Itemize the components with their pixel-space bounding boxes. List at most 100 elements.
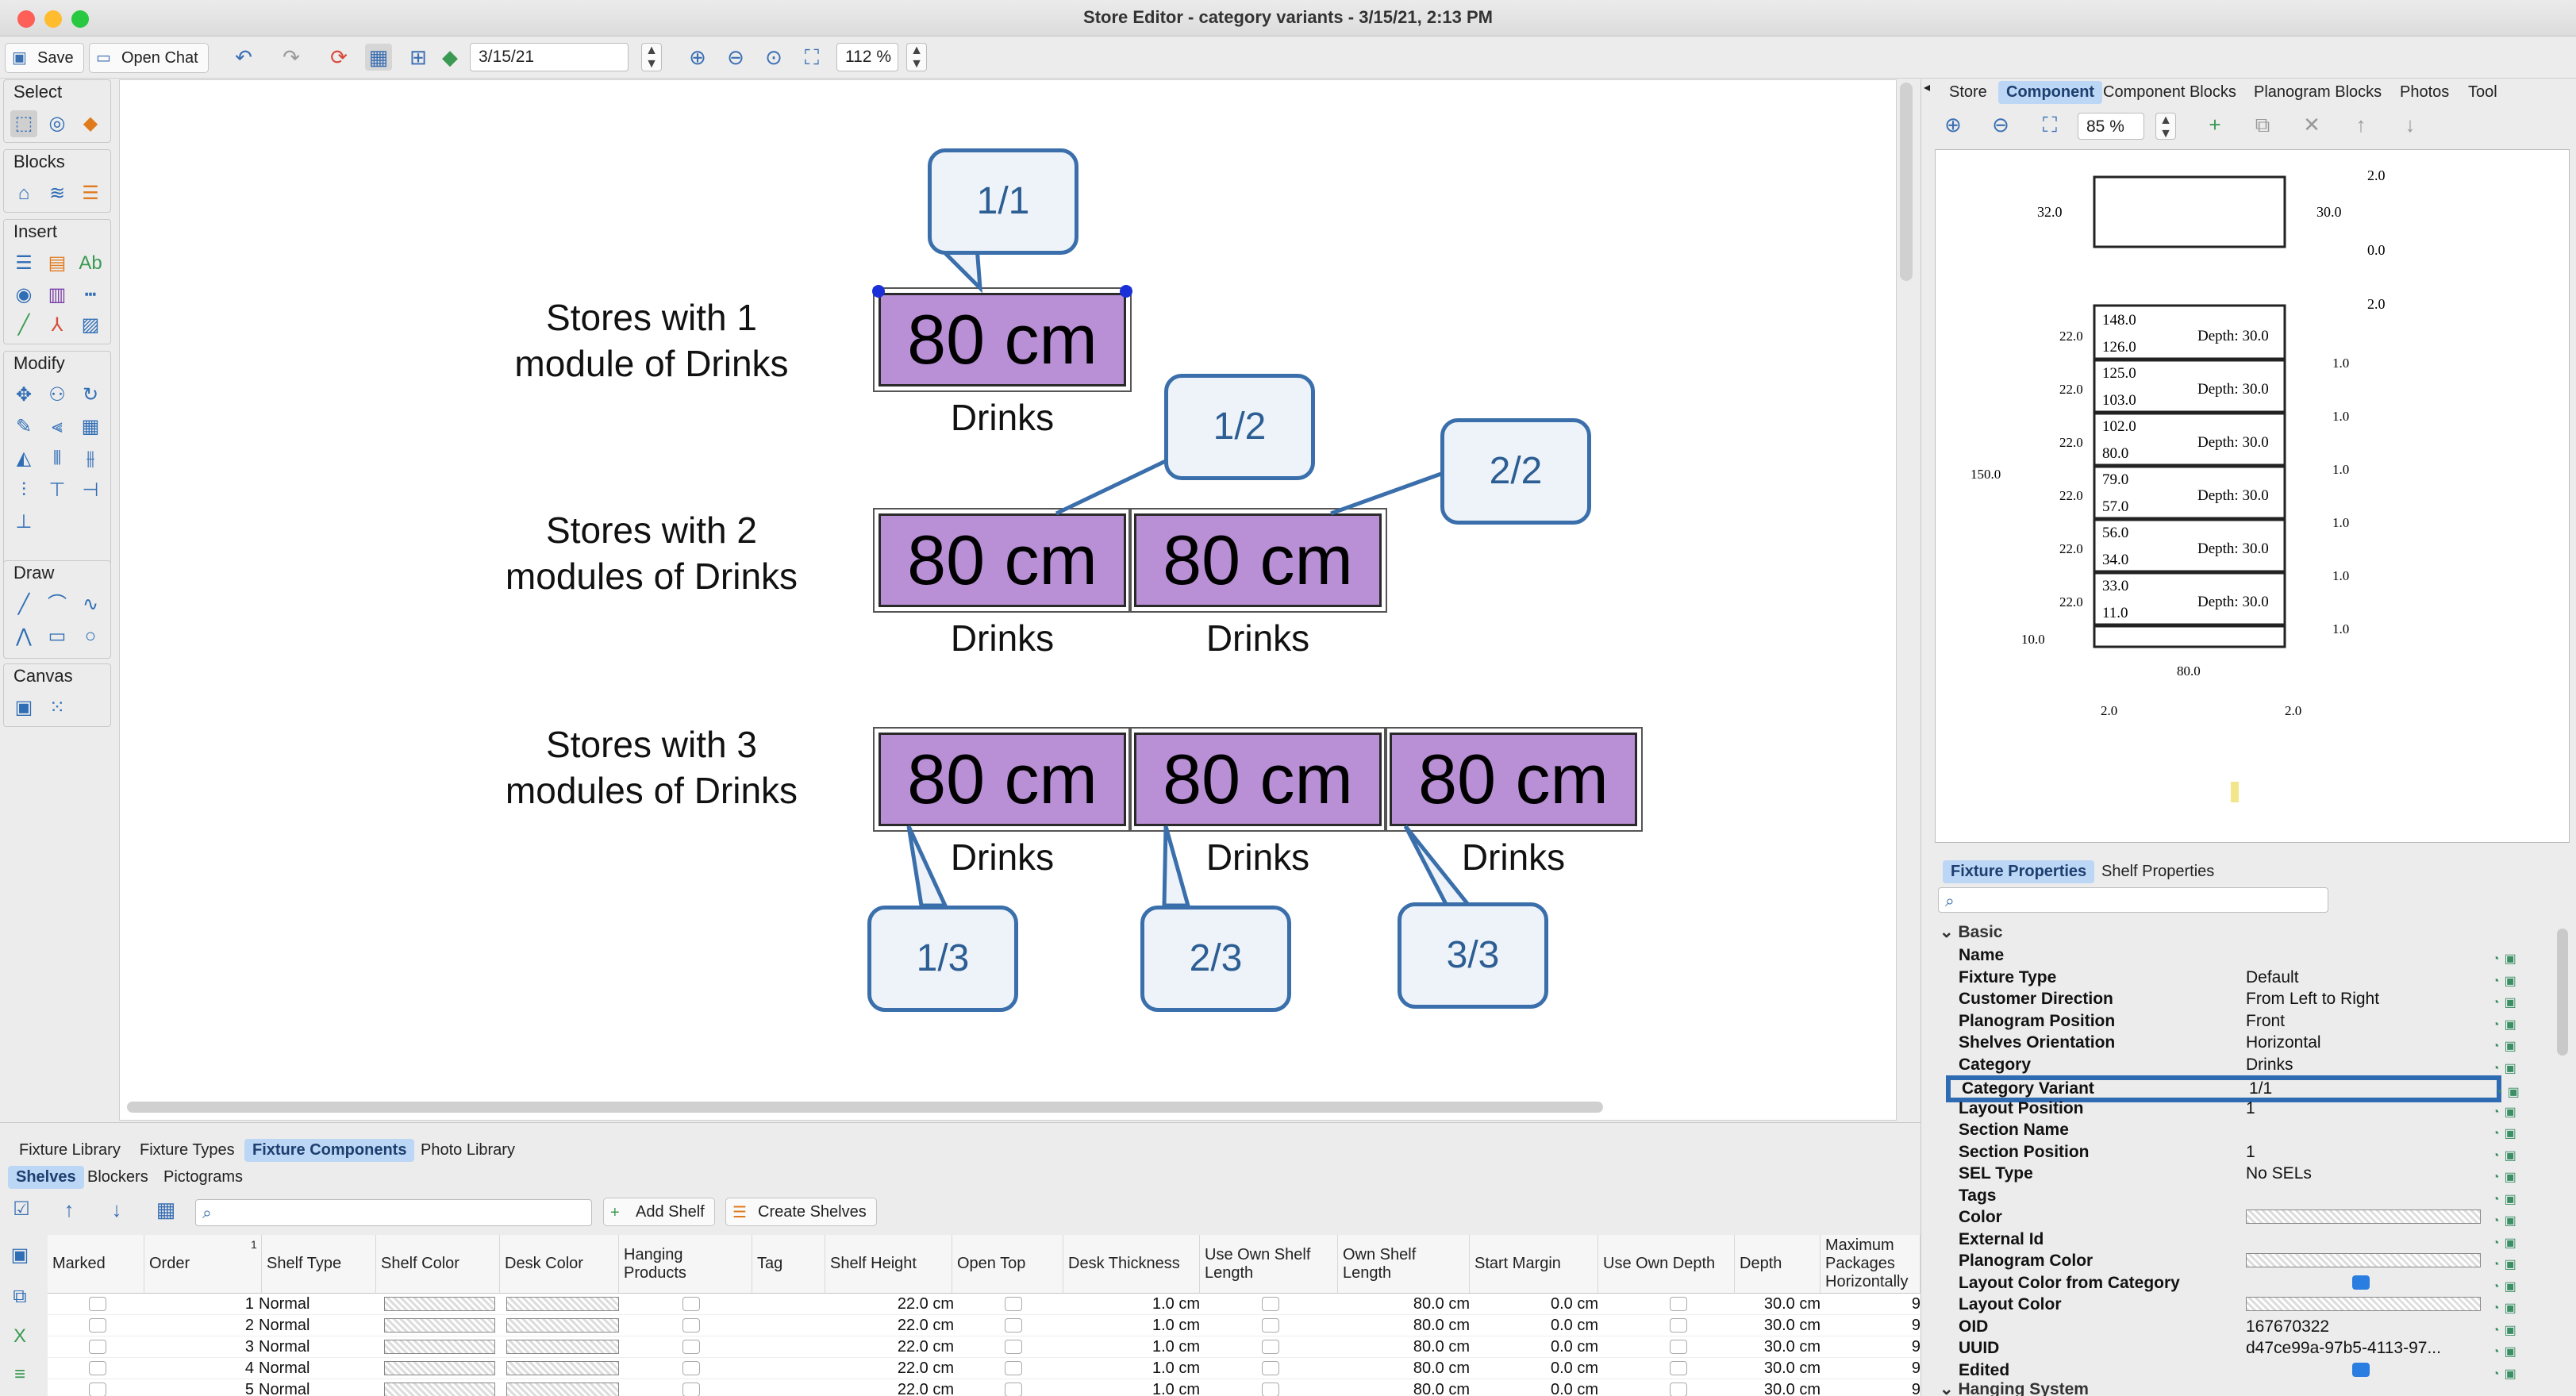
canvas-layout-icon[interactable]: ▣ — [10, 694, 37, 721]
callout[interactable]: 1/3 — [867, 906, 1018, 1012]
use-own-depth-checkbox[interactable] — [1670, 1340, 1687, 1354]
use-own-length-checkbox[interactable] — [1262, 1297, 1279, 1311]
image-icon[interactable]: ▨ — [77, 312, 104, 339]
property-value[interactable]: Front — [2246, 1010, 2285, 1032]
delete-icon[interactable]: ✕ — [2298, 111, 2325, 138]
layout-icon[interactable]: ⊞ — [405, 44, 432, 71]
column-header[interactable]: Hanging Products — [619, 1235, 752, 1294]
property-row[interactable]: Color ◔▣ — [1936, 1206, 2555, 1228]
property-value[interactable]: d47ce99a-97b5-4113-97... — [2246, 1337, 2441, 1359]
pen-icon[interactable]: ✎ — [10, 413, 37, 440]
move-up-icon[interactable]: ↑ — [56, 1196, 83, 1223]
use-own-depth-checkbox[interactable] — [1670, 1297, 1687, 1311]
collapse-arrow-icon[interactable]: ◂ — [1924, 79, 1932, 95]
column-header[interactable]: Start Margin — [1470, 1235, 1598, 1294]
draw-circle-icon[interactable]: ○ — [77, 623, 104, 650]
property-checkbox[interactable] — [2352, 1275, 2370, 1290]
align-left-icon[interactable]: ⫷ — [44, 413, 71, 440]
calendar-icon[interactable]: ▦ — [152, 1196, 179, 1223]
marked-checkbox[interactable] — [89, 1383, 106, 1396]
tab-fixture-types[interactable]: Fixture Types — [132, 1139, 243, 1162]
draw-rect-icon[interactable]: ▭ — [44, 623, 71, 650]
hanging-products-checkbox[interactable] — [682, 1318, 700, 1333]
property-row[interactable]: Planogram Color ◔▣ — [1936, 1250, 2555, 1271]
shelf-color-swatch[interactable] — [384, 1383, 495, 1396]
property-value[interactable]: 1 — [2246, 1141, 2255, 1163]
up-icon[interactable]: ↑ — [2347, 111, 2374, 138]
callout[interactable]: 3/3 — [1398, 902, 1548, 1009]
property-search-input[interactable]: ⌕ — [1938, 887, 2328, 913]
text-icon[interactable]: Ab — [77, 250, 104, 277]
divider-icon[interactable]: ┅ — [77, 282, 104, 309]
column-header[interactable]: Desk Color — [500, 1235, 619, 1294]
distribute-center-icon[interactable]: ⊤ — [44, 477, 71, 504]
group-icon[interactable]: ⚇ — [44, 382, 71, 409]
column-header[interactable]: Use Own Depth — [1598, 1235, 1735, 1294]
column-header[interactable]: Shelf Type — [262, 1235, 376, 1294]
column-header[interactable]: Maximum Packages Horizontally — [1821, 1235, 1920, 1294]
align-bottom-icon[interactable]: ⫴ — [44, 445, 71, 472]
marked-checkbox[interactable] — [89, 1318, 106, 1333]
table-row[interactable]: 4 Normal 22.0 cm 1.0 cm 80.0 cm 0.0 cm 30.0 cm… — [48, 1358, 1920, 1379]
property-row[interactable]: Shelves Orientation Horizontal ◔▣ — [1936, 1032, 2555, 1053]
color-swatch[interactable] — [2246, 1209, 2481, 1224]
column-header[interactable]: Marked — [48, 1235, 144, 1294]
desk-color-swatch[interactable] — [506, 1318, 619, 1333]
property-row[interactable]: Customer Direction From Left to Right ◔▣ — [1936, 988, 2555, 1010]
callout[interactable]: 1/1 — [928, 148, 1078, 255]
shelf-color-swatch[interactable] — [384, 1297, 495, 1311]
hanging-products-checkbox[interactable] — [682, 1383, 700, 1396]
draw-curve-icon[interactable]: ∿ — [77, 591, 104, 618]
zoom-out-icon[interactable]: ⊖ — [1987, 111, 2014, 138]
stack-up-icon[interactable]: ⊥ — [10, 509, 37, 536]
table-row[interactable]: 1 Normal 22.0 cm 1.0 cm 80.0 cm 0.0 cm 30.0 cm… — [48, 1294, 1920, 1315]
camera-icon[interactable]: ◉ — [10, 282, 37, 309]
down-icon[interactable]: ↓ — [2397, 111, 2424, 138]
property-row[interactable]: SEL Type No SELs ◔▣ — [1936, 1163, 2555, 1184]
excel-icon[interactable]: X — [6, 1323, 33, 1350]
callout[interactable]: 2/2 — [1440, 418, 1591, 525]
preview-zoom-stepper[interactable]: ▲ ▼ — [2155, 113, 2176, 140]
property-row[interactable]: OID 167670322 ◔▣ — [1936, 1316, 2555, 1337]
desk-color-swatch[interactable] — [506, 1383, 619, 1396]
marked-checkbox[interactable] — [89, 1297, 106, 1311]
mirror-icon[interactable]: ◭ — [10, 445, 37, 472]
tab-planogram-blocks[interactable]: Planogram Blocks — [2246, 81, 2390, 104]
tab-component-blocks[interactable]: Component Blocks — [2095, 81, 2244, 104]
callout[interactable]: 2/3 — [1140, 906, 1291, 1012]
tab-fixture-components[interactable]: Fixture Components — [244, 1139, 415, 1162]
canvas-grid-icon[interactable]: ⁙ — [44, 694, 71, 721]
table-tool-icon[interactable]: ▣ — [6, 1242, 33, 1269]
grid-toggle-icon[interactable]: ▦ — [365, 44, 392, 71]
add-icon[interactable]: + — [2201, 111, 2228, 138]
rotate-icon[interactable]: ↻ — [77, 382, 104, 409]
use-own-depth-checkbox[interactable] — [1670, 1383, 1687, 1396]
hanging-section-header[interactable]: ⌄ Hanging System — [1940, 1379, 2089, 1396]
distribute-right-icon[interactable]: ⊣ — [77, 477, 104, 504]
desk-color-swatch[interactable] — [506, 1297, 619, 1311]
line-icon[interactable]: ╱ — [10, 312, 37, 339]
column-header[interactable]: Shelf Color — [376, 1235, 500, 1294]
zoom-in-icon[interactable]: ⊕ — [1940, 111, 1967, 138]
property-value[interactable]: 1/1 — [2249, 1080, 2272, 1098]
property-row[interactable]: Section Name ◔▣ — [1936, 1119, 2555, 1140]
callout[interactable]: 1/2 — [1164, 374, 1315, 480]
select-tool-icon[interactable]: ⬚ — [10, 110, 37, 137]
undo-icon[interactable]: ↶ — [230, 44, 257, 71]
csv-icon[interactable]: ≡ — [6, 1361, 33, 1388]
column-header[interactable]: Own Shelf Length — [1338, 1235, 1470, 1294]
tab-store[interactable]: Store — [1941, 81, 1995, 104]
tab-shelves[interactable]: Shelves — [8, 1166, 84, 1189]
column-header[interactable]: Open Top — [952, 1235, 1063, 1294]
table-search-input[interactable]: ⌕ — [195, 1199, 592, 1226]
layers-icon[interactable]: ◆ — [436, 44, 463, 71]
tab-photo-library[interactable]: Photo Library — [413, 1139, 523, 1162]
open-top-checkbox[interactable] — [1005, 1383, 1022, 1396]
table-row[interactable]: 5 Normal 22.0 cm 1.0 cm 80.0 cm 0.0 cm 30.0 cm… — [48, 1379, 1920, 1396]
shelf-color-swatch[interactable] — [384, 1318, 495, 1333]
select-all-icon[interactable]: ☑ — [8, 1196, 35, 1223]
zoom-out-icon[interactable]: ⊖ — [722, 44, 749, 71]
hanging-products-checkbox[interactable] — [682, 1340, 700, 1354]
layers-tool-icon[interactable]: ◆ — [77, 110, 104, 137]
pdf-icon[interactable]: ⅄ — [44, 312, 71, 339]
